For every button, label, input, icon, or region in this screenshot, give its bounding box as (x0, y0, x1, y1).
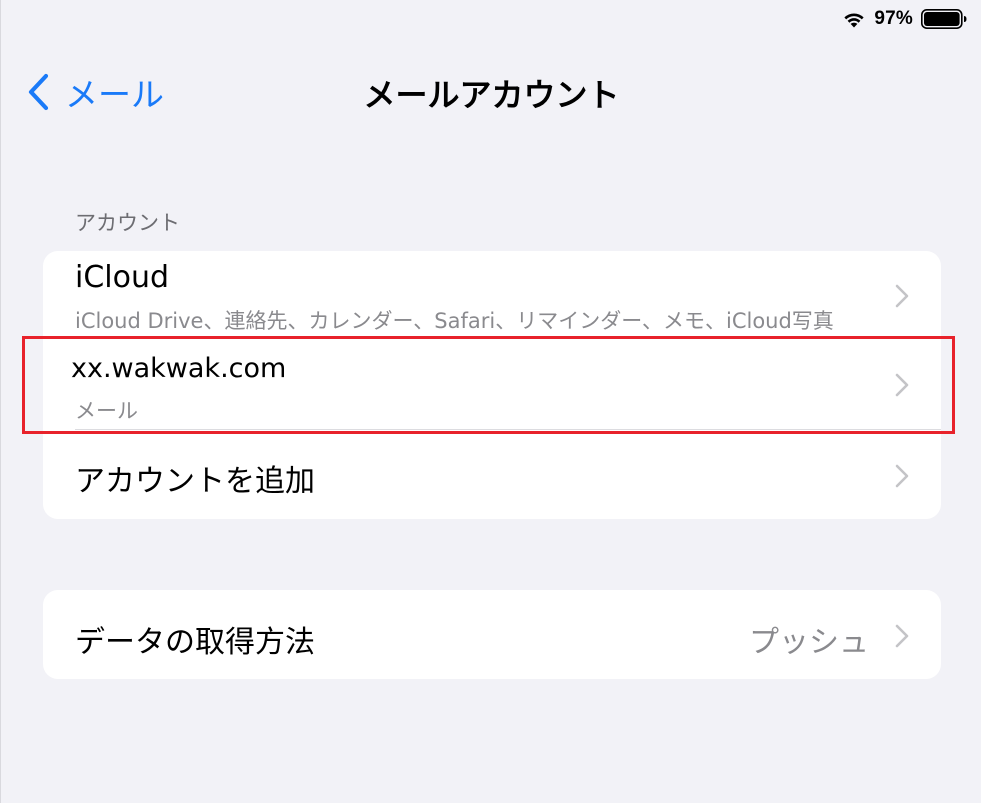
accounts-group: iCloud iCloud Drive、連絡先、カレンダー、Safari、リマイ… (43, 251, 941, 519)
account-row-wakwak[interactable]: xx.wakwak.com メール (43, 338, 941, 429)
fetch-new-data-label: データの取得方法 (75, 625, 315, 660)
account-subtitle: メール (75, 399, 138, 423)
fetch-new-data-row[interactable]: データの取得方法 プッシュ (43, 590, 941, 679)
status-bar: 97% (842, 6, 967, 32)
battery-icon (921, 9, 967, 29)
chevron-right-icon (895, 624, 909, 648)
wifi-icon (844, 13, 864, 28)
chevron-right-icon (895, 284, 909, 308)
battery-percentage: 97% (874, 8, 913, 29)
chevron-right-icon (895, 373, 909, 397)
mail-accounts-screen: 97% メール メールアカウント アカウント iCloud iCloud Dri… (0, 0, 981, 803)
add-account-label: アカウントを追加 (75, 464, 315, 499)
fetch-new-data-value: プッシュ (749, 625, 869, 660)
account-subtitle: iCloud Drive、連絡先、カレンダー、Safari、リマインダー、メモ、… (75, 309, 834, 333)
account-title: xx.wakwak.com (71, 353, 287, 384)
page-title: メールアカウント (363, 76, 620, 114)
section-header-accounts: アカウント (75, 211, 180, 235)
fetch-group: データの取得方法 プッシュ (43, 590, 941, 679)
chevron-right-icon (895, 464, 909, 488)
account-row-icloud[interactable]: iCloud iCloud Drive、連絡先、カレンダー、Safari、リマイ… (43, 251, 941, 337)
account-title: iCloud (75, 260, 170, 295)
add-account-row[interactable]: アカウントを追加 (43, 430, 941, 519)
